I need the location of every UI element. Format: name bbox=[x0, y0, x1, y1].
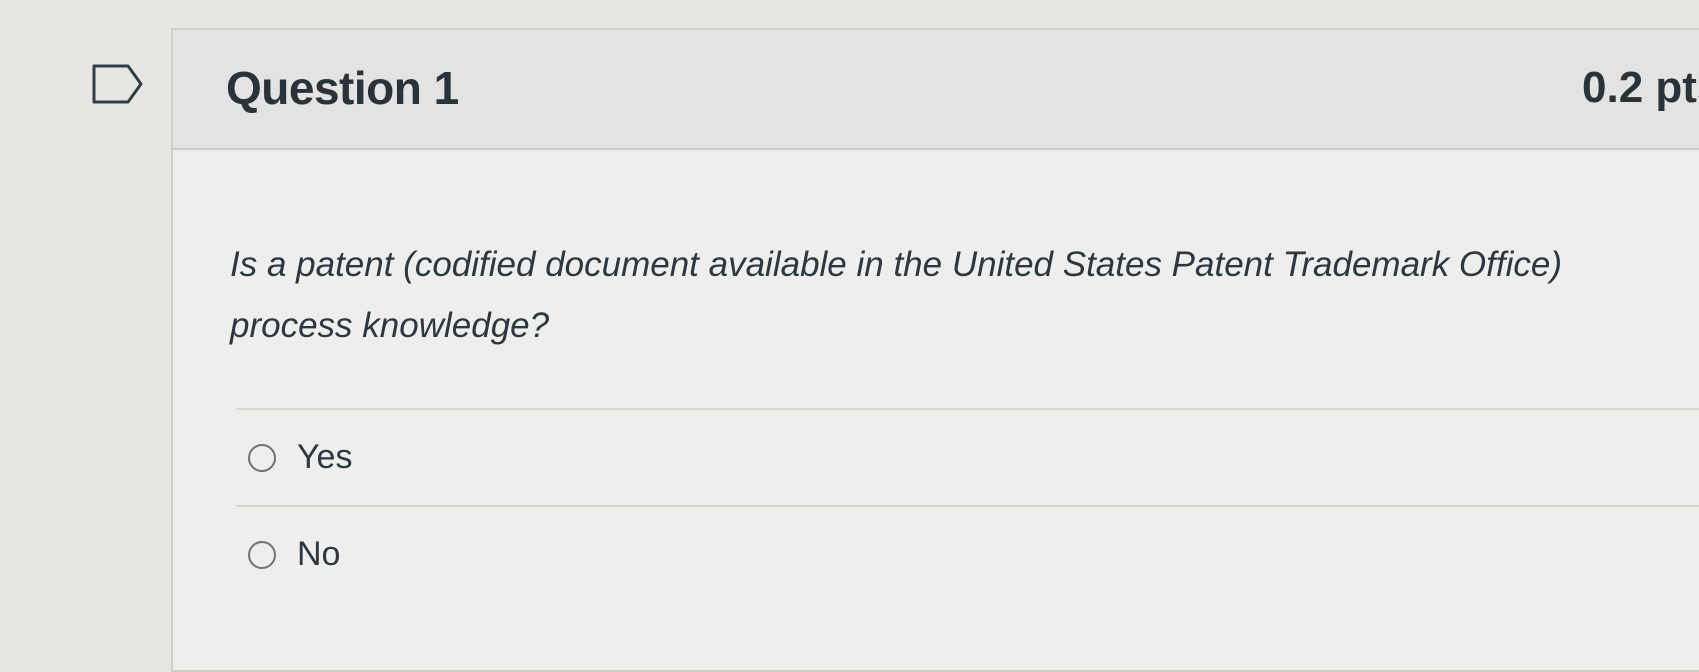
answer-label: No bbox=[297, 535, 341, 573]
question-text: Is a patent (codified document available… bbox=[230, 245, 1562, 345]
flag-question-icon bbox=[92, 64, 143, 104]
flag-question-button[interactable] bbox=[92, 64, 144, 104]
answer-list: Yes No bbox=[236, 408, 1699, 602]
radio-button-icon[interactable] bbox=[248, 443, 276, 472]
question-points: 0.2 pts bbox=[1582, 63, 1699, 112]
answer-option-yes[interactable]: Yes bbox=[236, 408, 1699, 505]
question-card: Question 1 0.2 pts Is a patent (codified… bbox=[171, 28, 1699, 672]
answer-label: Yes bbox=[297, 438, 353, 476]
question-header: Question 1 0.2 pts bbox=[173, 30, 1699, 150]
answer-option-no[interactable]: No bbox=[236, 505, 1699, 602]
question-title: Question 1 bbox=[226, 62, 459, 114]
radio-button-icon[interactable] bbox=[248, 540, 276, 569]
